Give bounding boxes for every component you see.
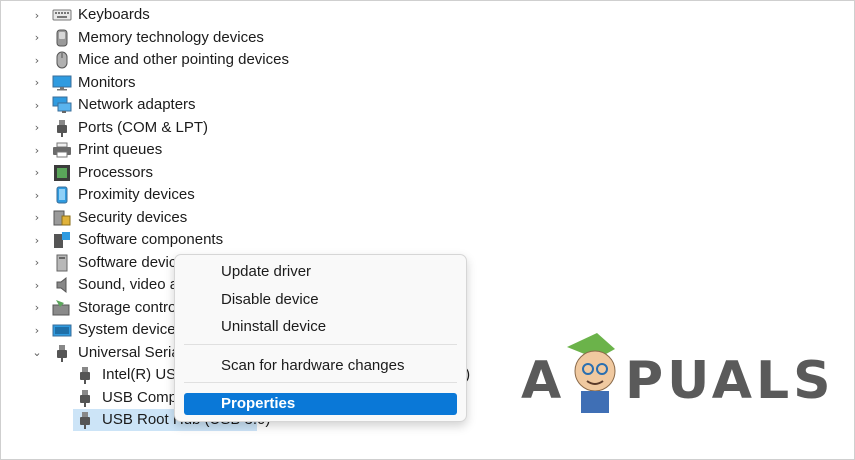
- chevron-right-icon[interactable]: ›: [31, 49, 43, 71]
- chevron-right-icon[interactable]: ›: [31, 94, 43, 116]
- tree-item-network[interactable]: › Network adapters: [1, 94, 854, 116]
- monitor-icon: [52, 74, 72, 92]
- chevron-right-icon[interactable]: ›: [31, 72, 43, 94]
- chevron-right-icon[interactable]: ›: [31, 252, 43, 274]
- chevron-right-icon[interactable]: ›: [31, 162, 43, 184]
- storage-icon: [52, 299, 72, 317]
- proximity-icon: [52, 186, 72, 204]
- watermark-text-right: PUALS: [625, 351, 835, 411]
- tree-item-keyboards[interactable]: › Keyboards: [1, 4, 854, 26]
- device-manager-window: › Keyboards › Memory technology devices …: [0, 0, 855, 460]
- chevron-right-icon[interactable]: ›: [31, 319, 43, 341]
- chevron-right-icon[interactable]: ›: [31, 4, 43, 26]
- tree-item-label: Mice and other pointing devices: [78, 51, 289, 68]
- keyboard-icon: [52, 6, 72, 24]
- system-icon: [52, 321, 72, 339]
- speaker-icon: [52, 276, 72, 294]
- chevron-right-icon[interactable]: ›: [31, 27, 43, 49]
- chevron-right-icon[interactable]: ›: [31, 117, 43, 139]
- watermark-logo: A PUALS: [521, 333, 841, 417]
- tree-item-label: Memory technology devices: [78, 28, 264, 46]
- tree-item-label: Software device: [78, 253, 185, 271]
- chevron-right-icon[interactable]: ›: [31, 207, 43, 229]
- tree-item-security[interactable]: › Security devices: [1, 207, 854, 229]
- tree-item-proximity[interactable]: › Proximity devices: [1, 184, 854, 206]
- tree-item-label: Ports (COM & LPT): [78, 118, 209, 136]
- printer-icon: [52, 141, 72, 159]
- port-icon: [52, 119, 72, 137]
- software-device-icon: [52, 254, 72, 272]
- network-adapter-icon: [52, 96, 72, 114]
- tree-item-label: Keyboards: [78, 6, 150, 23]
- chevron-down-icon[interactable]: ⌄: [31, 342, 43, 364]
- tree-item-mice[interactable]: › Mice and other pointing devices: [1, 49, 854, 71]
- software-component-icon: [52, 231, 72, 249]
- tree-item-label: Print queues: [78, 141, 163, 158]
- menu-item-properties[interactable]: Properties: [184, 393, 457, 415]
- chevron-right-icon[interactable]: ›: [31, 229, 43, 251]
- usb-icon: [52, 344, 72, 362]
- context-menu: Update driver Disable device Uninstall d…: [174, 254, 467, 422]
- menu-item-uninstall-device[interactable]: Uninstall device: [184, 316, 457, 338]
- tree-item-label: Security devices: [78, 208, 188, 226]
- chevron-right-icon[interactable]: ›: [31, 184, 43, 206]
- tree-item-label: Proximity devices: [78, 186, 195, 203]
- tree-item-memory[interactable]: › Memory technology devices: [1, 27, 854, 49]
- processor-icon: [52, 164, 72, 182]
- menu-item-disable-device[interactable]: Disable device: [184, 289, 457, 311]
- chevron-right-icon[interactable]: ›: [31, 139, 43, 161]
- tree-item-software-components[interactable]: › Software components: [1, 229, 854, 251]
- tree-item-label: Processors: [78, 163, 154, 181]
- tree-item-ports[interactable]: › Ports (COM & LPT): [1, 117, 854, 139]
- tree-item-processors[interactable]: › Processors: [1, 162, 854, 184]
- usb-plug-icon: [75, 389, 95, 407]
- mascot-icon: [557, 329, 627, 420]
- tree-item-print-queues[interactable]: › Print queues: [1, 139, 854, 161]
- menu-item-scan-hardware[interactable]: Scan for hardware changes: [184, 355, 457, 377]
- security-icon: [52, 209, 72, 227]
- tree-item-label: Software components: [78, 231, 224, 248]
- tree-item-label: Network adapters: [78, 96, 196, 113]
- usb-plug-icon: [75, 366, 95, 384]
- memory-card-icon: [52, 29, 72, 47]
- tree-item-label: System devices: [78, 321, 184, 338]
- tree-item-monitors[interactable]: › Monitors: [1, 72, 854, 94]
- chevron-right-icon[interactable]: ›: [31, 274, 43, 296]
- usb-plug-icon: [75, 411, 95, 429]
- menu-separator: [184, 382, 457, 383]
- tree-item-label: Storage contro: [78, 298, 177, 316]
- tree-item-label: Sound, video a: [78, 276, 179, 293]
- tree-item-label: Universal Seria: [78, 343, 180, 361]
- tree-item-label: USB Compo: [102, 388, 186, 406]
- mouse-icon: [52, 51, 72, 69]
- tree-item-label: Monitors: [78, 73, 136, 91]
- chevron-right-icon[interactable]: ›: [31, 297, 43, 319]
- menu-separator: [184, 344, 457, 345]
- menu-item-update-driver[interactable]: Update driver: [184, 261, 457, 283]
